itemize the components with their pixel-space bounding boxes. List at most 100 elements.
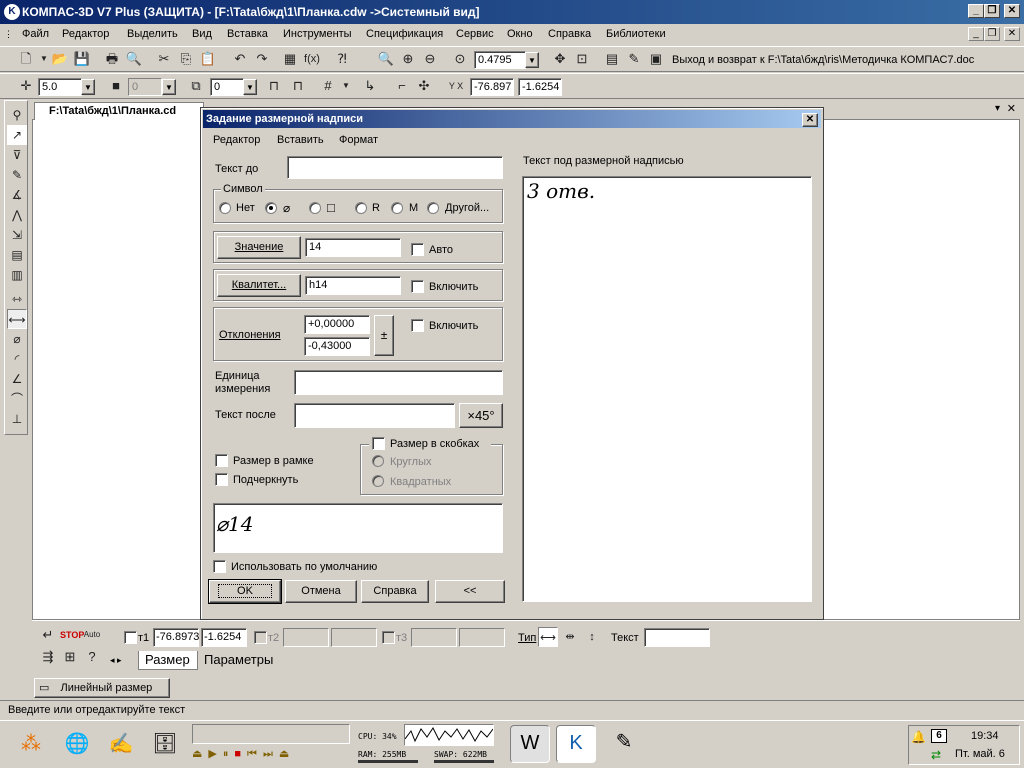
menu-tools[interactable]: Инструменты <box>283 28 352 40</box>
ortho-icon[interactable]: ⌐ <box>392 76 412 96</box>
tab-menu-icon[interactable]: ▾ <box>995 103 1000 114</box>
parametrization-icon[interactable]: ∡ <box>7 185 27 205</box>
menu-help[interactable]: Справка <box>548 28 591 40</box>
radius-icon[interactable]: ◜ <box>7 349 27 369</box>
zoom-in-icon[interactable]: ⊕ <box>398 49 418 69</box>
t1-checkbox[interactable] <box>124 631 137 644</box>
grid-icon[interactable]: # <box>318 76 338 96</box>
player-open-icon[interactable]: ⏏ <box>279 748 295 760</box>
menu-edit[interactable]: Редактор <box>62 28 109 40</box>
kompas-app-icon[interactable]: K <box>4 4 20 20</box>
browser-globe-icon[interactable]: 🌐 <box>60 727 94 761</box>
framed-checkbox[interactable] <box>215 454 228 467</box>
layer-icon[interactable]: ■ <box>106 76 126 96</box>
show-all-icon[interactable]: ⊡ <box>572 49 592 69</box>
style-field[interactable]: 0 <box>210 78 244 96</box>
player-pause-icon[interactable]: ⏸ <box>223 748 235 760</box>
auto-create-icon[interactable]: Auto <box>82 625 102 645</box>
underline-checkbox[interactable] <box>215 473 228 486</box>
unit-input[interactable] <box>294 370 503 395</box>
kompas-task-icon[interactable]: K <box>556 725 596 763</box>
plus-minus-button[interactable]: ± <box>374 315 394 356</box>
save-icon[interactable]: 💾 <box>72 49 92 69</box>
help-button[interactable]: Справка <box>361 580 429 603</box>
paint-task-icon[interactable]: ✎ <box>604 725 644 763</box>
cut-icon[interactable]: ✂ <box>154 49 174 69</box>
document-tab[interactable]: F:\Tata\бжд\1\Планка.cd <box>34 102 204 120</box>
doc-restore-button[interactable]: ❐ <box>984 27 1000 41</box>
collapse-button[interactable]: << <box>435 580 505 603</box>
pan-icon[interactable]: ✥ <box>550 49 570 69</box>
snap-panel-icon[interactable]: ⇶ <box>38 647 58 667</box>
editor-pen-icon[interactable]: ✍ <box>104 727 138 761</box>
cursor-icon[interactable]: ✣ <box>414 76 434 96</box>
function-icon[interactable]: f(x) <box>302 49 322 69</box>
symbol-m-radio[interactable] <box>391 202 403 214</box>
step-field[interactable]: 5.0 <box>38 78 82 96</box>
create-object-icon[interactable]: ↵ <box>38 625 58 645</box>
dialog-menu-edit[interactable]: Редактор <box>213 134 260 146</box>
select-icon[interactable]: ⇲ <box>7 225 27 245</box>
value-button[interactable]: Значение <box>217 236 301 259</box>
player-next-icon[interactable]: ⏭ <box>263 748 279 760</box>
grid-dropdown-icon[interactable]: ▼ <box>336 76 356 96</box>
step-dropdown[interactable]: ▼ <box>81 79 95 95</box>
type-horizontal-icon[interactable]: ⟷ <box>538 627 558 647</box>
step-icon[interactable]: ✛ <box>16 76 36 96</box>
qualitet-include-checkbox[interactable] <box>411 280 424 293</box>
cancel-button[interactable]: Отмена <box>285 580 357 603</box>
properties-icon[interactable]: ✎ <box>624 49 644 69</box>
zoom-scale-icon[interactable]: ⊙ <box>450 49 470 69</box>
text-after-input[interactable] <box>294 403 455 428</box>
doc-minimize-button[interactable]: _ <box>968 27 984 41</box>
menu-window[interactable]: Окно <box>507 28 533 40</box>
t1-x-field[interactable]: -76.8973 <box>153 628 199 647</box>
linear-dimension-command[interactable]: ▭ Линейный размер <box>34 678 170 698</box>
dialog-menu-format[interactable]: Формат <box>339 134 378 146</box>
measure-icon[interactable]: ⋀ <box>7 205 27 225</box>
menu-select[interactable]: Выделить <box>127 28 178 40</box>
tray-bell-icon[interactable]: 🔔 <box>911 730 926 744</box>
zoom-window-icon[interactable]: 🔍 <box>376 49 396 69</box>
auto-checkbox[interactable] <box>411 243 424 256</box>
doc-close-button[interactable]: ✕ <box>1004 27 1020 41</box>
auto-line-icon[interactable]: ⇿ <box>7 289 27 309</box>
spec-icon[interactable]: ▤ <box>7 245 27 265</box>
menu-spec[interactable]: Спецификация <box>366 28 443 40</box>
x45-button[interactable]: ×45° <box>459 403 503 428</box>
dialog-close-button[interactable]: ✕ <box>802 113 818 127</box>
print-icon[interactable]: 🖶 <box>102 49 122 69</box>
arc-dim-icon[interactable]: ⌒ <box>7 389 27 409</box>
type-parallel-icon[interactable]: ⇹ <box>560 627 580 647</box>
zoom-field[interactable]: 0.4795 <box>474 51 526 69</box>
zoom-out-icon[interactable]: ⊖ <box>420 49 440 69</box>
print-preview-icon[interactable]: 🔍 <box>124 49 144 69</box>
close-button[interactable]: ✕ <box>1004 4 1020 18</box>
style-icon[interactable]: ⧉ <box>186 76 206 96</box>
cursor-y-field[interactable]: -1.6254 <box>518 78 562 96</box>
fixed-icon[interactable]: ⊞ <box>60 647 80 667</box>
menu-libraries[interactable]: Библиотеки <box>606 28 666 40</box>
restore-button[interactable]: ❐ <box>984 4 1000 18</box>
copy-icon[interactable]: ⎘ <box>176 49 196 69</box>
open-icon[interactable]: 📂 <box>50 49 70 69</box>
start-menu-icon[interactable]: ⁂ <box>14 727 48 761</box>
geometry-icon[interactable]: ⚲ <box>7 105 27 125</box>
player-play-icon[interactable]: ▶ <box>208 748 222 760</box>
symbol-other-radio[interactable] <box>427 202 439 214</box>
deviation-lower-input[interactable]: -0,43000 <box>304 337 370 356</box>
type-vertical-icon[interactable]: ↕ <box>582 627 602 647</box>
symbol-r-radio[interactable] <box>355 202 367 214</box>
player-eject-icon[interactable]: ⏏ <box>192 748 208 760</box>
style-dropdown[interactable]: ▼ <box>243 79 257 95</box>
use-default-checkbox[interactable] <box>213 560 226 573</box>
deviations-include-checkbox[interactable] <box>411 319 424 332</box>
tray-calendar-badge[interactable]: 6 <box>931 729 947 743</box>
undo-icon[interactable]: ↶ <box>230 49 250 69</box>
help-icon[interactable]: ? <box>82 647 102 667</box>
paste-icon[interactable]: 📋 <box>198 49 218 69</box>
symbol-square-radio[interactable] <box>309 202 321 214</box>
brackets-checkbox[interactable] <box>372 437 385 450</box>
return-icon[interactable]: ▣ <box>646 49 666 69</box>
tray-network-icon[interactable]: ⇄ <box>931 748 941 762</box>
